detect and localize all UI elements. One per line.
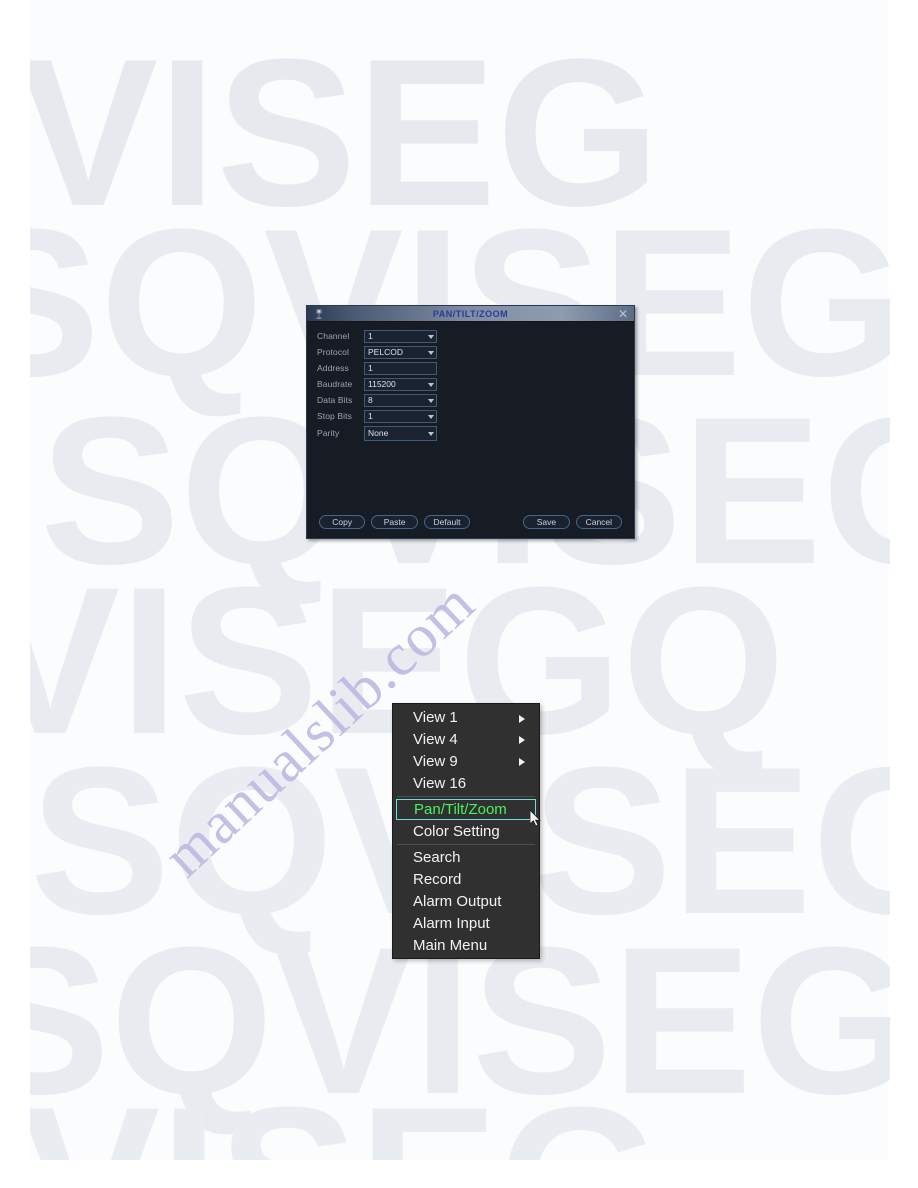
menu-item-label: Main Menu xyxy=(413,936,488,954)
ptz-field-row: Baudrate 115200 xyxy=(307,376,634,392)
ptz-field-label: Address xyxy=(317,363,349,373)
cancel-button[interactable]: Cancel xyxy=(575,515,623,529)
data-bits-value: 8 xyxy=(368,394,373,405)
ptz-dialog-buttons: Copy Paste Default Save Cancel xyxy=(307,515,634,529)
menu-item-main-menu[interactable]: Main Menu xyxy=(393,934,539,956)
protocol-value: PELCOD xyxy=(368,346,403,357)
chevron-down-icon xyxy=(428,350,434,355)
parity-value: None xyxy=(368,427,389,438)
ptz-field-row: Data Bits 8 xyxy=(307,392,634,408)
channel-select[interactable]: 1 xyxy=(364,329,437,343)
menu-item-record[interactable]: Record xyxy=(393,869,539,891)
menu-item-label: View 9 xyxy=(413,752,458,770)
menu-item-label: Color Setting xyxy=(413,822,500,840)
ptz-dialog-title: PAN/TILT/ZOOM xyxy=(432,308,509,319)
ptz-field-label: Parity xyxy=(317,428,340,438)
channel-value: 1 xyxy=(368,330,373,341)
ptz-field-label: Protocol xyxy=(317,347,349,357)
menu-item-label: Pan/Tilt/Zoom xyxy=(414,801,507,819)
document-page: VISEG SQVISEG SQVISEG VISEGQ SQVISEG SQV… xyxy=(0,0,918,1188)
ptz-field-row: Protocol PELCOD xyxy=(307,344,634,360)
menu-item-view-9[interactable]: View 9 xyxy=(393,751,539,773)
menu-item-label: Record xyxy=(413,871,462,889)
menu-item-label: View 1 xyxy=(413,709,458,727)
chevron-down-icon xyxy=(428,382,434,387)
paste-button[interactable]: Paste xyxy=(371,515,418,529)
menu-item-search[interactable]: Search xyxy=(393,847,539,869)
protocol-select[interactable]: PELCOD xyxy=(364,345,437,359)
chevron-down-icon xyxy=(428,431,434,436)
menu-separator xyxy=(397,843,535,845)
page-left-margin xyxy=(0,0,30,1188)
menu-item-alarm-output[interactable]: Alarm Output xyxy=(393,891,539,913)
stop-bits-select[interactable]: 1 xyxy=(364,409,437,423)
menu-item-label: Alarm Input xyxy=(413,914,490,932)
page-right-margin xyxy=(890,0,918,1188)
chevron-right-icon xyxy=(519,736,525,745)
ptz-field-label: Data Bits xyxy=(317,395,353,405)
chevron-down-icon xyxy=(428,414,434,419)
chevron-down-icon xyxy=(428,398,434,403)
baudrate-select[interactable]: 115200 xyxy=(364,377,437,391)
default-button[interactable]: Default xyxy=(423,515,471,529)
parity-select[interactable]: None xyxy=(364,425,437,441)
ptz-field-label: Stop Bits xyxy=(317,411,352,421)
menu-item-view-16[interactable]: View 16 xyxy=(393,772,539,794)
ptz-field-row: Channel 1 xyxy=(307,328,634,344)
close-icon[interactable]: ✕ xyxy=(616,307,630,321)
ptz-dialog-body: Channel 1 Protocol PELCOD Address 1 Baud… xyxy=(307,322,634,538)
menu-item-pan-tilt-zoom[interactable]: Pan/Tilt/Zoom xyxy=(396,799,536,821)
ptz-dialog-titlebar: PAN/TILT/ZOOM ✕ xyxy=(307,306,634,322)
ptz-field-row: Stop Bits 1 xyxy=(307,408,634,424)
ptz-field-label: Baudrate xyxy=(317,379,353,389)
stop-bits-value: 1 xyxy=(368,410,373,421)
context-menu: View 1 View 4 View 9 View 16 Pan/Tilt/Zo… xyxy=(392,703,540,959)
chevron-right-icon xyxy=(519,714,525,723)
ptz-dialog: PAN/TILT/ZOOM ✕ Channel 1 Protocol PELCO… xyxy=(306,305,635,539)
save-button[interactable]: Save xyxy=(523,515,570,529)
menu-item-label: View 16 xyxy=(413,774,467,792)
data-bits-select[interactable]: 8 xyxy=(364,393,437,407)
address-value: 1 xyxy=(368,362,373,373)
ptz-field-row: Parity None xyxy=(307,424,634,442)
chevron-down-icon xyxy=(428,334,434,339)
menu-item-view-4[interactable]: View 4 xyxy=(393,729,539,751)
address-input[interactable]: 1 xyxy=(364,361,437,375)
baudrate-value: 115200 xyxy=(368,378,396,389)
menu-item-view-1[interactable]: View 1 xyxy=(393,707,539,729)
page-content-area xyxy=(30,0,888,1160)
copy-button[interactable]: Copy xyxy=(319,515,366,529)
chevron-right-icon xyxy=(519,758,525,767)
menu-item-label: Search xyxy=(413,849,461,867)
ptz-field-label: Channel xyxy=(317,331,350,341)
menu-item-label: View 4 xyxy=(413,731,458,749)
page-bottom-margin xyxy=(0,1160,918,1188)
ptz-field-row: Address 1 xyxy=(307,360,634,376)
menu-item-label: Alarm Output xyxy=(413,892,502,910)
menu-item-color-setting[interactable]: Color Setting xyxy=(393,820,539,842)
menu-item-alarm-input[interactable]: Alarm Input xyxy=(393,912,539,934)
menu-separator xyxy=(397,796,535,798)
